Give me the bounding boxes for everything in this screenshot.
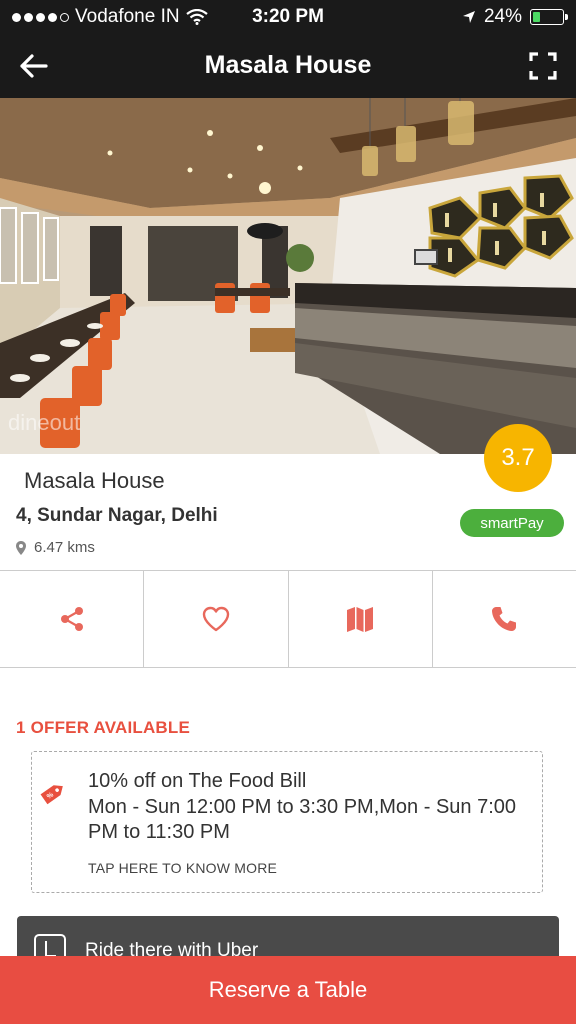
nav-bar: Masala House <box>0 34 576 98</box>
rating-badge: 3.7 <box>484 424 552 492</box>
discount-tag-icon: % <box>40 785 63 805</box>
location-arrow-icon <box>462 11 475 23</box>
page-title: Masala House <box>204 51 372 79</box>
share-icon <box>60 607 83 631</box>
restaurant-address: 4, Sundar Nagar, Delhi <box>16 505 218 526</box>
battery-icon <box>530 9 568 25</box>
offers-heading: 1 OFFER AVAILABLE <box>16 718 191 737</box>
map-button[interactable] <box>289 571 433 667</box>
status-right: 24% <box>462 6 568 28</box>
favorite-button[interactable] <box>144 571 289 667</box>
reserve-table-button[interactable]: Reserve a Table <box>0 956 576 1024</box>
offer-timing: Mon - Sun 12:00 PM to 3:30 PM,Mon - Sun … <box>88 796 517 843</box>
action-row <box>0 570 576 668</box>
distance-text: 6.47 kms <box>34 539 95 556</box>
heart-icon <box>202 606 230 632</box>
call-button[interactable] <box>433 571 576 667</box>
battery-percent: 24% <box>483 6 522 27</box>
offer-title: 10% off on The Food Bill <box>88 770 307 792</box>
status-bar: Vodafone IN 3:20 PM 24% <box>0 0 576 34</box>
phone-icon <box>492 607 517 631</box>
map-icon <box>347 607 374 632</box>
restaurant-interior-image <box>0 98 576 454</box>
restaurant-name: Masala House <box>24 468 165 493</box>
location-pin-icon <box>16 540 26 555</box>
offer-card[interactable]: % 10% off on The Food Bill Mon - Sun 12:… <box>31 751 543 893</box>
share-button[interactable] <box>0 571 145 667</box>
restaurant-photo[interactable] <box>0 98 576 454</box>
top-bar: Vodafone IN 3:20 PM 24% Masala House <box>0 0 576 98</box>
fullscreen-icon[interactable] <box>528 51 558 81</box>
photo-watermark: dineout <box>8 410 81 435</box>
distance-row: 6.47 kms <box>16 539 95 556</box>
offer-know-more-link[interactable]: TAP HERE TO KNOW MORE <box>88 860 277 876</box>
smartpay-badge: smartPay <box>460 509 564 537</box>
